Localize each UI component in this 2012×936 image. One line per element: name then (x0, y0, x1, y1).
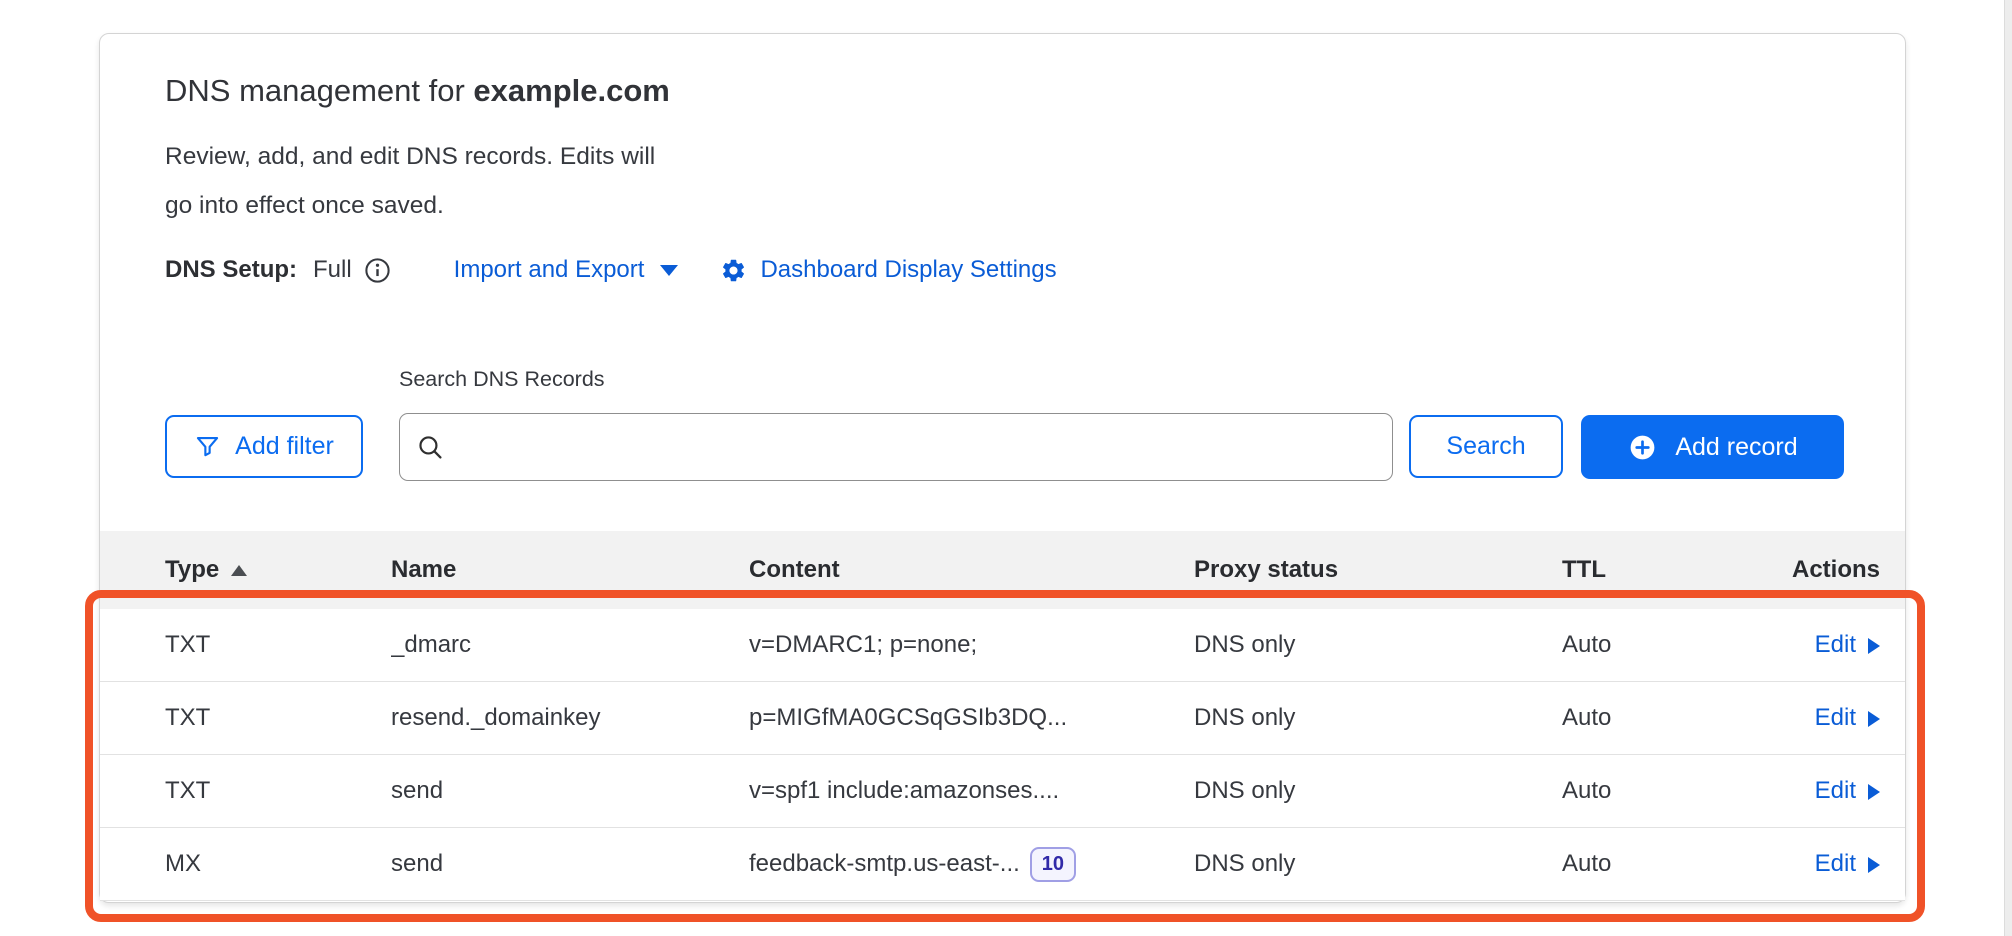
add-filter-label: Add filter (235, 432, 334, 461)
info-icon[interactable] (363, 256, 392, 285)
chevron-right-icon (1868, 857, 1880, 873)
dns-management-page: DNS management for example.com Review, a… (0, 0, 2012, 936)
record-name: send (391, 777, 749, 805)
table-header-ttl: TTL (1562, 556, 1763, 584)
record-content: v=DMARC1; p=none; (749, 631, 1194, 659)
record-type: TXT (165, 704, 391, 732)
page-description: Review, add, and edit DNS records. Edits… (165, 132, 655, 230)
import-export-link[interactable]: Import and Export (454, 256, 679, 284)
record-proxy-status: DNS only (1194, 631, 1562, 659)
record-name: _dmarc (391, 631, 749, 659)
chevron-right-icon (1868, 711, 1880, 727)
table-header-row: Type Name Content Proxy status TTL Actio… (100, 531, 1905, 609)
chevron-right-icon (1868, 638, 1880, 654)
edit-record-button[interactable]: Edit (1815, 777, 1880, 805)
record-type: MX (165, 850, 391, 878)
record-ttl: Auto (1562, 850, 1763, 878)
search-dns-records-label: Search DNS Records (399, 367, 605, 392)
record-content-text: feedback-smtp.us-east-... (749, 850, 1020, 878)
dashboard-display-settings-link[interactable]: Dashboard Display Settings (720, 256, 1056, 284)
record-ttl: Auto (1562, 631, 1763, 659)
record-ttl: Auto (1562, 777, 1763, 805)
record-content: p=MIGfMA0GCSqGSIb3DQ... (749, 704, 1194, 732)
edit-record-button[interactable]: Edit (1815, 850, 1880, 878)
record-content: v=spf1 include:amazonses.... (749, 777, 1194, 805)
record-name: send (391, 850, 749, 878)
search-input-wrap (399, 413, 1393, 481)
search-input[interactable] (399, 413, 1393, 481)
sort-ascending-icon (231, 565, 247, 576)
table-row: TXT resend._domainkey p=MIGfMA0GCSqGSIb3… (100, 682, 1905, 755)
page-title-domain: example.com (473, 73, 669, 108)
dashboard-display-settings-label: Dashboard Display Settings (760, 256, 1056, 284)
chevron-right-icon (1868, 784, 1880, 800)
page-title-prefix: DNS management for (165, 73, 473, 108)
edit-label: Edit (1815, 631, 1856, 659)
add-record-label: Add record (1675, 433, 1797, 462)
table-header-type[interactable]: Type (165, 556, 391, 584)
edit-record-button[interactable]: Edit (1815, 631, 1880, 659)
record-name: resend._domainkey (391, 704, 749, 732)
table-header-actions: Actions (1763, 556, 1880, 584)
dns-setup-row: DNS Setup: Full Import and Export (165, 249, 1057, 291)
add-filter-button[interactable]: Add filter (165, 415, 363, 478)
table-row: TXT _dmarc v=DMARC1; p=none; DNS only Au… (100, 609, 1905, 682)
table-header-proxy-status: Proxy status (1194, 556, 1562, 584)
gear-icon (720, 257, 747, 284)
page-description-line1: Review, add, and edit DNS records. Edits… (165, 132, 655, 181)
filter-funnel-icon (194, 433, 221, 460)
record-type: TXT (165, 631, 391, 659)
record-proxy-status: DNS only (1194, 704, 1562, 732)
dns-setup-value: Full (313, 256, 352, 284)
record-content: feedback-smtp.us-east-... 10 (749, 847, 1194, 882)
record-ttl: Auto (1562, 704, 1763, 732)
edit-record-button[interactable]: Edit (1815, 704, 1880, 732)
table-header-content: Content (749, 556, 1194, 584)
page-description-line2: go into effect once saved. (165, 181, 655, 230)
edit-label: Edit (1815, 777, 1856, 805)
table-row: TXT send v=spf1 include:amazonses.... DN… (100, 755, 1905, 828)
record-proxy-status: DNS only (1194, 850, 1562, 878)
record-proxy-status: DNS only (1194, 777, 1562, 805)
dns-setup-label: DNS Setup: (165, 256, 297, 284)
edit-label: Edit (1815, 850, 1856, 878)
plus-circle-icon (1627, 432, 1658, 463)
page-title: DNS management for example.com (165, 70, 670, 112)
record-type: TXT (165, 777, 391, 805)
table-row: MX send feedback-smtp.us-east-... 10 DNS… (100, 828, 1905, 901)
edit-label: Edit (1815, 704, 1856, 732)
page-edge-divider (2004, 0, 2012, 936)
add-record-button[interactable]: Add record (1581, 415, 1844, 479)
chevron-down-icon (660, 265, 678, 276)
table-header-type-label: Type (165, 556, 219, 584)
search-button[interactable]: Search (1409, 415, 1563, 478)
dns-management-card: DNS management for example.com Review, a… (99, 33, 1906, 903)
priority-badge: 10 (1030, 847, 1076, 882)
import-export-label: Import and Export (454, 256, 645, 284)
search-button-label: Search (1446, 432, 1525, 461)
dns-records-table: TXT _dmarc v=DMARC1; p=none; DNS only Au… (100, 609, 1905, 901)
table-header-name: Name (391, 556, 749, 584)
